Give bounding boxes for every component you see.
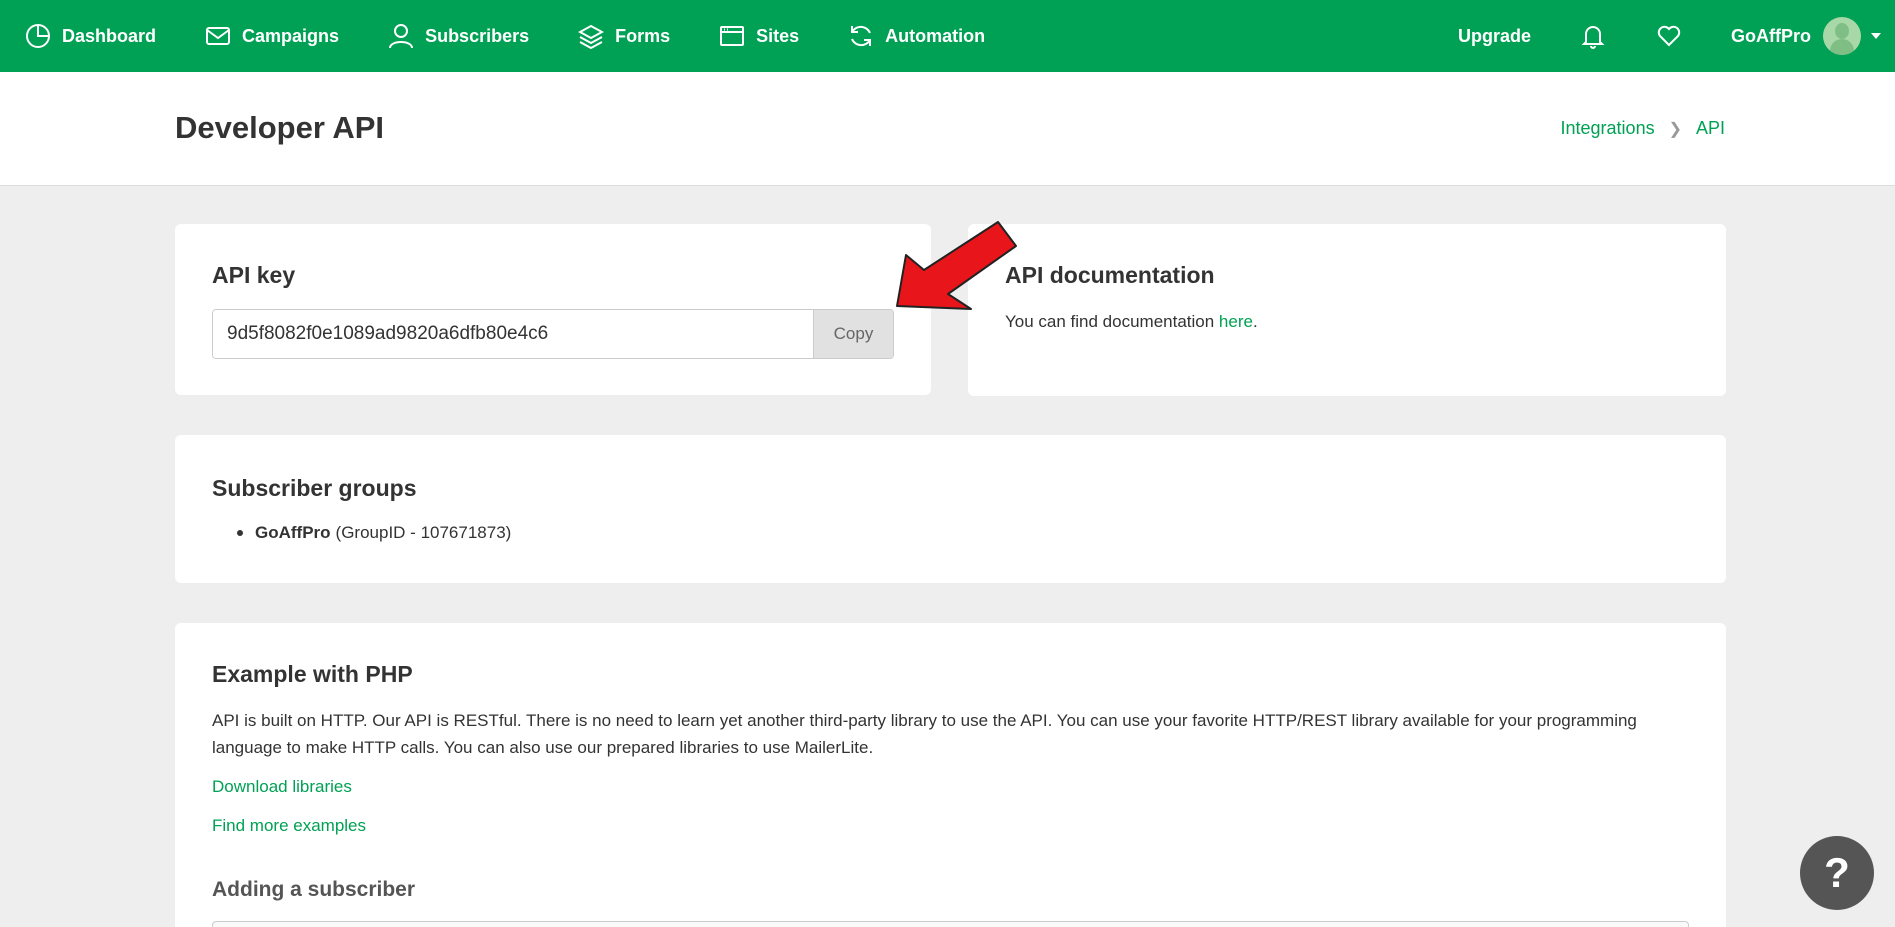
nav-item-dashboard[interactable]: Dashboard [24, 22, 156, 50]
group-id: (GroupID - 107671873) [335, 523, 512, 542]
api-key-heading: API key [212, 262, 296, 288]
help-button[interactable]: ? [1800, 836, 1874, 910]
download-libraries-link[interactable]: Download libraries [212, 777, 352, 797]
list-item: GoAffPro (GroupID - 107671873) [237, 523, 511, 543]
avatar [1823, 17, 1861, 55]
code-block [212, 921, 1689, 927]
api-key-card: API key Copy [175, 224, 931, 395]
nav-item-subscribers[interactable]: Subscribers [387, 22, 529, 50]
page-header: Developer API Integrations ❯ API [0, 72, 1895, 186]
documentation-link[interactable]: here [1219, 312, 1253, 331]
api-key-input[interactable] [213, 310, 813, 358]
api-documentation-heading: API documentation [1005, 262, 1215, 288]
refresh-icon [847, 22, 875, 50]
envelope-icon [204, 22, 232, 50]
nav-label: Automation [885, 25, 986, 46]
nav-label: Dashboard [62, 25, 157, 46]
chevron-down-icon [1871, 33, 1881, 39]
find-more-examples-link[interactable]: Find more examples [212, 816, 366, 836]
doc-text: You can find documentation [1005, 312, 1219, 331]
adding-subscriber-heading: Adding a subscriber [212, 878, 416, 901]
breadcrumb: Integrations ❯ API [1561, 118, 1725, 139]
api-key-field-group: Copy [212, 309, 894, 359]
php-example-heading: Example with PHP [212, 661, 413, 687]
subscriber-groups-card: Subscriber groups GoAffPro (GroupID - 10… [175, 435, 1726, 583]
top-navigation-bar: Dashboard Campaigns Subscribers Forms Si… [0, 0, 1895, 72]
api-documentation-card: API documentation You can find documenta… [968, 224, 1726, 396]
browser-window-icon [718, 22, 746, 50]
red-arrow-annotation [896, 221, 1017, 310]
php-example-description: API is built on HTTP. Our API is RESTful… [212, 711, 1637, 757]
subscriber-groups-heading: Subscriber groups [212, 475, 417, 501]
bell-icon[interactable] [1579, 22, 1607, 50]
nav-item-campaigns[interactable]: Campaigns [204, 22, 339, 50]
upgrade-link[interactable]: Upgrade [1458, 26, 1531, 47]
main-nav: Dashboard Campaigns Subscribers Forms Si… [0, 0, 1033, 72]
nav-item-forms[interactable]: Forms [577, 22, 670, 50]
bullet [237, 530, 243, 536]
copy-button[interactable]: Copy [813, 310, 893, 358]
nav-label: Subscribers [425, 25, 530, 46]
nav-label: Sites [756, 25, 800, 46]
layers-icon [577, 22, 605, 50]
nav-item-sites[interactable]: Sites [718, 22, 799, 50]
nav-label: Forms [615, 25, 671, 46]
account-menu[interactable]: GoAffPro [1731, 17, 1881, 55]
heart-icon[interactable] [1655, 22, 1683, 50]
doc-suffix: . [1252, 312, 1258, 331]
user-icon [387, 22, 415, 50]
group-name: GoAffPro [255, 523, 331, 542]
account-name: GoAffPro [1731, 25, 1811, 46]
breadcrumb-integrations[interactable]: Integrations [1561, 118, 1655, 139]
page-title: Developer API [175, 110, 385, 145]
nav-right: Upgrade GoAffPro [1458, 0, 1881, 72]
api-documentation-text: You can find documentation here. [1005, 312, 1258, 332]
nav-label: Campaigns [242, 25, 340, 46]
breadcrumb-api[interactable]: API [1696, 118, 1725, 139]
nav-item-automation[interactable]: Automation [847, 22, 985, 50]
pie-chart-icon [24, 22, 52, 50]
chevron-right-icon: ❯ [1668, 120, 1682, 138]
php-example-card: Example with PHP API is built on HTTP. O… [175, 623, 1726, 927]
